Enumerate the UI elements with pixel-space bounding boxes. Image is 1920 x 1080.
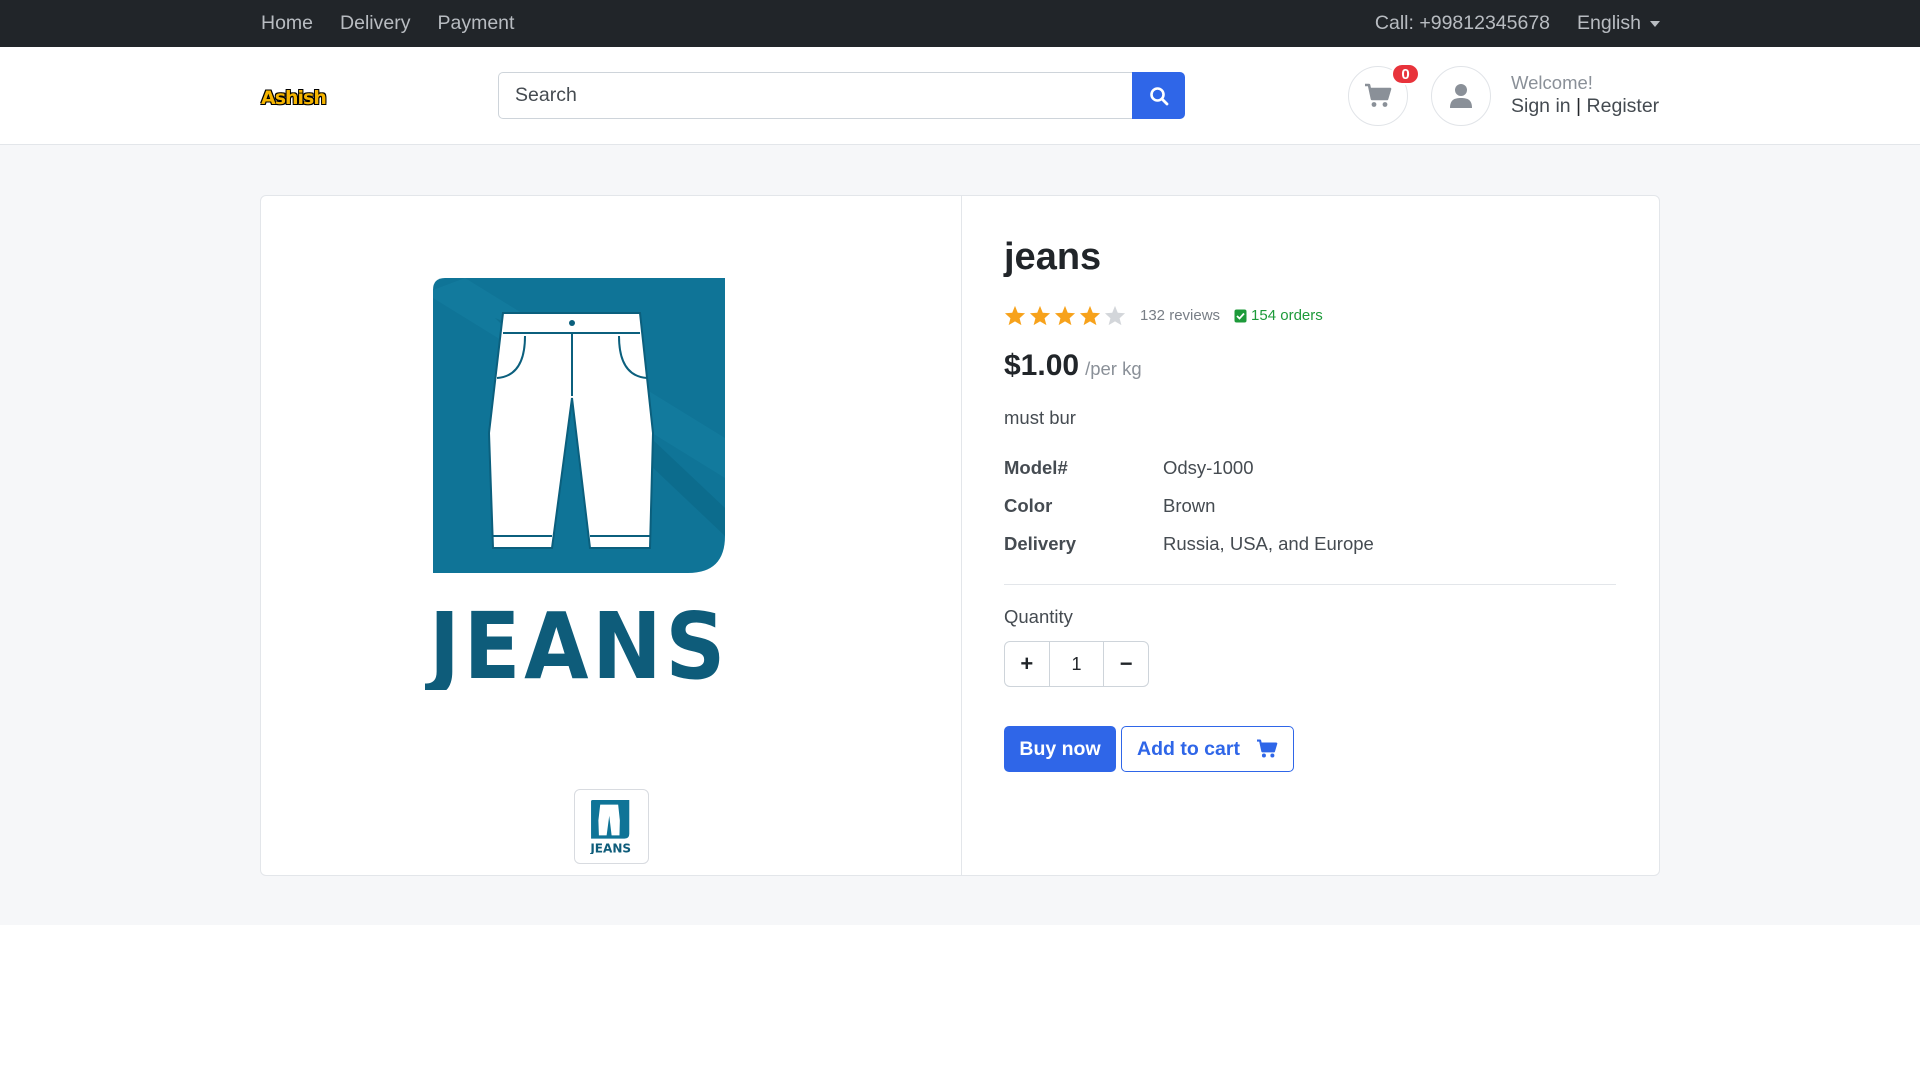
top-nav-right: Call: +99812345678 English (1375, 0, 1660, 47)
quantity-stepper: + 1 − (1004, 641, 1149, 687)
quantity-increase-button[interactable]: + (1005, 642, 1049, 686)
register-link[interactable]: Register (1587, 95, 1660, 117)
cart-count-badge: 0 (1391, 63, 1420, 85)
product-main-image[interactable]: JEANS (425, 278, 761, 690)
spec-value: Odsy-1000 (1163, 457, 1254, 478)
review-count: 132 reviews (1140, 307, 1221, 324)
nav-payment-link[interactable]: Payment (437, 12, 514, 35)
spec-value: Russia, USA, and Europe (1163, 533, 1374, 554)
check-icon (1234, 309, 1247, 323)
cart-icon (1256, 739, 1278, 758)
nav-delivery-link[interactable]: Delivery (340, 12, 410, 35)
search-input[interactable] (498, 72, 1133, 119)
product-card: JEANS JEANS jeans 132 reviews 154 orders (260, 195, 1660, 876)
site-header: Ashish 0 Welcome! Sign in | Register (0, 47, 1920, 145)
product-rating: 132 reviews 154 orders (1004, 305, 1323, 326)
search-icon (1149, 86, 1168, 105)
quantity-decrease-button[interactable]: − (1104, 642, 1148, 686)
star-icon (1029, 305, 1051, 326)
auth-separator: | (1576, 95, 1582, 117)
order-count-label: 154 orders (1251, 307, 1323, 324)
price-unit: /per kg (1085, 358, 1142, 379)
section-divider (1004, 584, 1616, 585)
thumbnail-image: JEANS (590, 799, 631, 854)
site-logo[interactable]: Ashish (261, 87, 327, 109)
search-button[interactable] (1132, 72, 1185, 119)
language-label: English (1577, 12, 1641, 34)
star-rating (1004, 305, 1126, 326)
spec-row: Color Brown (1004, 487, 1374, 525)
star-empty-icon (1104, 305, 1126, 326)
search-bar (498, 72, 1185, 119)
sign-in-link[interactable]: Sign in (1511, 95, 1571, 117)
user-account-button[interactable] (1431, 66, 1491, 126)
star-icon (1054, 305, 1076, 326)
spec-value: Brown (1163, 495, 1216, 516)
chevron-down-icon (1650, 20, 1660, 27)
buy-now-button[interactable]: Buy now (1004, 726, 1116, 772)
top-navbar: Home Delivery Payment Call: +99812345678… (0, 0, 1920, 47)
spec-key: Color (1004, 495, 1053, 516)
language-dropdown[interactable]: English (1577, 12, 1660, 35)
add-to-cart-label: Add to cart (1137, 737, 1240, 760)
spec-row: Model# Odsy-1000 (1004, 449, 1374, 487)
svg-text:JEANS: JEANS (590, 841, 631, 854)
star-icon (1079, 305, 1101, 326)
order-count: 154 orders (1234, 307, 1323, 324)
auth-links: Sign in | Register (1511, 95, 1659, 118)
user-icon (1450, 84, 1472, 108)
product-description: must bur (1004, 407, 1076, 428)
quantity-value[interactable]: 1 (1048, 642, 1105, 686)
spec-row: Delivery Russia, USA, and Europe (1004, 525, 1374, 563)
product-price: $1.00 /per kg (1004, 349, 1142, 383)
star-icon (1004, 305, 1026, 326)
product-thumbnail[interactable]: JEANS (574, 789, 649, 864)
product-title: jeans (1004, 236, 1102, 278)
spec-key: Delivery (1004, 533, 1076, 554)
top-nav-links: Home Delivery Payment (261, 0, 514, 47)
product-image-text: JEANS (425, 593, 729, 690)
nav-home-link[interactable]: Home (261, 12, 313, 35)
cart-icon (1365, 83, 1392, 107)
product-specs: Model# Odsy-1000 Color Brown Delivery Ru… (1004, 449, 1374, 563)
add-to-cart-button[interactable]: Add to cart (1121, 726, 1294, 772)
quantity-label: Quantity (1004, 606, 1073, 627)
welcome-text: Welcome! (1511, 72, 1593, 93)
card-divider (961, 196, 962, 875)
call-number[interactable]: Call: +99812345678 (1375, 12, 1550, 35)
price-amount: $1.00 (1004, 349, 1080, 382)
spec-key: Model# (1004, 457, 1068, 478)
